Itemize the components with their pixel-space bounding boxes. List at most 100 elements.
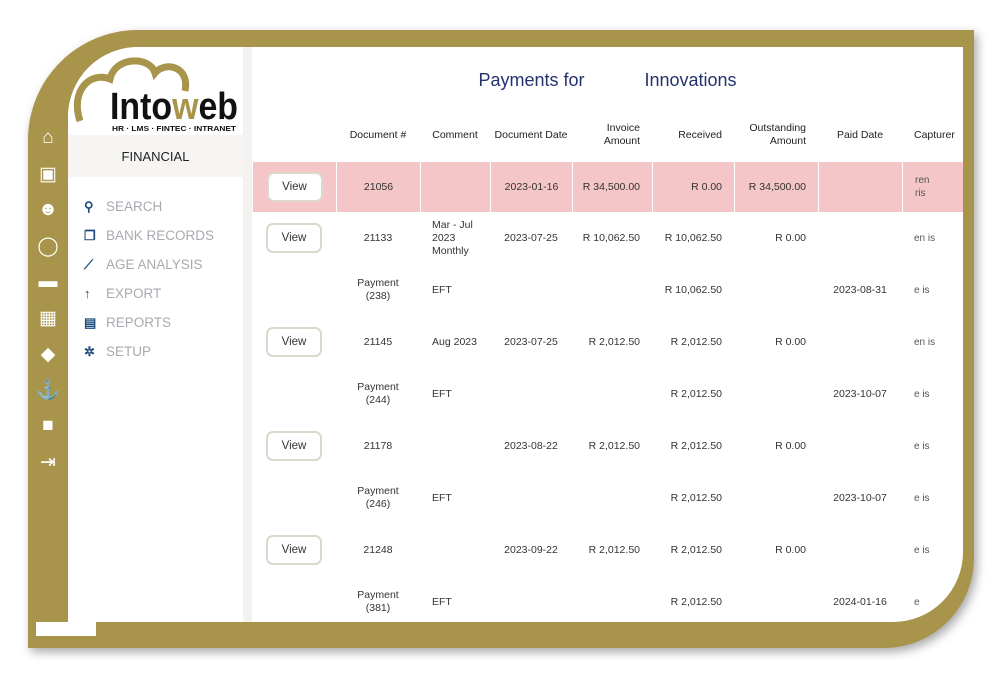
column-header[interactable]: Capturer	[902, 110, 963, 160]
search-icon: ⚲	[84, 198, 94, 214]
capturer-cell: e is	[914, 492, 930, 504]
view-button[interactable]: View	[266, 431, 322, 461]
column-header[interactable]: Outstanding Amount	[734, 110, 818, 160]
column-header[interactable]: Document Date	[490, 110, 572, 160]
doc-cell: Payment (244)	[357, 381, 399, 406]
section-title: FINANCIAL	[68, 135, 243, 177]
received-cell: R 2,012.50	[670, 543, 722, 556]
invoice-cell: R 2,012.50	[588, 335, 640, 348]
table-row: Payment (244) EFT R 2,012.50 2023-10-07 e is	[252, 368, 963, 420]
received-cell: R 2,012.50	[670, 387, 722, 400]
view-button[interactable]: View	[266, 327, 322, 357]
briefcase-icon[interactable]: ▣	[28, 156, 68, 192]
paid-cell: 2023-08-31	[833, 283, 887, 296]
graduation-cap-icon[interactable]: ◆	[28, 336, 68, 372]
view-cell: View	[252, 162, 336, 212]
view-cell	[252, 472, 336, 524]
capturer-cell: e is	[914, 544, 930, 556]
table-header: Document # Comment Document Date Invoice Am…	[252, 110, 963, 160]
column-header[interactable]: Received	[652, 110, 734, 160]
anchor-icon[interactable]: ⚓	[28, 372, 68, 408]
received-cell: R 2,012.50	[670, 595, 722, 608]
sidebar-item-label: EXPORT	[106, 286, 162, 301]
arrow-up-icon: ↑	[84, 286, 91, 301]
capturer-cell: en is	[914, 336, 936, 348]
sidebar-item-label: SEARCH	[106, 199, 163, 214]
doc-cell: Payment (238)	[357, 277, 399, 302]
chat-icon[interactable]: ◯	[28, 228, 68, 264]
table-row: Payment (381) EFT R 2,012.50 2024-01-16 e	[252, 576, 963, 622]
capturer-cell: e	[914, 596, 920, 608]
paid-cell: 2024-01-16	[833, 595, 887, 608]
outstanding-cell: R 34,500.00	[748, 180, 806, 193]
doc-cell: 21056	[363, 180, 394, 193]
view-cell	[252, 264, 336, 316]
calendar-icon[interactable]: ▦	[28, 300, 68, 336]
copy-icon: ❐	[84, 227, 96, 243]
folder-icon[interactable]: ▬	[28, 264, 68, 300]
column-header[interactable]: Invoice Amount	[572, 110, 652, 160]
lock-icon[interactable]: ■	[28, 408, 68, 444]
svg-text:HR · LMS · FINTEC · INTRANET: HR · LMS · FINTEC · INTRANET	[112, 126, 237, 133]
comment-cell: EFT	[432, 283, 452, 296]
sidebar-item-search[interactable]: ⚲ SEARCH	[84, 192, 214, 221]
icon-bar: ⌂ ▣ ☻ ◯ ▬ ▦ ◆ ⚓ ■ ⇥	[28, 120, 68, 480]
gear-icon: ✲	[84, 343, 95, 359]
intoweb-logo: Intoweb HR · LMS · FINTEC · INTRANET	[73, 57, 238, 133]
title-suffix: Innovations	[644, 70, 737, 90]
page-title: Payments for Innovations	[252, 70, 963, 91]
outstanding-cell: R 0.00	[775, 439, 806, 452]
column-header[interactable]: Document #	[336, 110, 420, 160]
date-cell: 2023-08-22	[504, 439, 558, 452]
outstanding-cell: R 0.00	[775, 335, 806, 348]
view-cell: View	[252, 316, 336, 368]
view-button[interactable]: View	[266, 535, 322, 565]
doc-cell: 21178	[363, 439, 393, 452]
column-header[interactable]: Paid Date	[818, 110, 902, 160]
home-icon[interactable]: ⌂	[28, 120, 68, 156]
table-row: Payment (238) EFT R 10,062.50 2023-08-31 e i…	[252, 264, 963, 316]
comment-cell: EFT	[432, 387, 452, 400]
column-header[interactable]: Comment	[420, 110, 490, 160]
comment-cell: Mar - Jul 2023 Monthly	[432, 218, 473, 257]
view-button[interactable]: View	[266, 172, 323, 202]
received-cell: R 2,012.50	[670, 335, 722, 348]
comment-cell: EFT	[432, 491, 452, 504]
sidebar-item-label: AGE ANALYSIS	[106, 257, 203, 272]
sidebar-item-age-analysis[interactable]: ⟋ AGE ANALYSIS	[84, 250, 214, 279]
sidebar-item-export[interactable]: ↑ EXPORT	[84, 279, 214, 308]
doc-cell: Payment (381)	[357, 589, 399, 614]
column-header[interactable]	[252, 110, 336, 160]
logout-icon[interactable]: ⇥	[28, 444, 68, 480]
capturer-cell: e is	[914, 388, 930, 400]
capturer-cell: ren ris	[915, 175, 930, 199]
table-row: Payment (246) EFT R 2,012.50 2023-10-07 e is	[252, 472, 963, 524]
received-cell: R 2,012.50	[670, 491, 722, 504]
table-row: View 21248 2023-09-22 R 2,012.50 R 2,012.50 R…	[252, 524, 963, 576]
invoice-cell: R 10,062.50	[582, 231, 640, 244]
sidebar-item-reports[interactable]: ▤ REPORTS	[84, 308, 214, 337]
received-cell: R 10,062.50	[664, 283, 722, 296]
view-button[interactable]: View	[266, 223, 322, 253]
date-cell: 2023-09-22	[504, 543, 558, 556]
sidebar-item-bank-records[interactable]: ❐ BANK RECORDS	[84, 221, 214, 250]
received-cell: R 0.00	[691, 180, 722, 193]
users-icon[interactable]: ☻	[28, 192, 68, 228]
table-row: View 21145 Aug 2023 2023-07-25 R 2,012.50 R 2…	[252, 316, 963, 368]
doc-cell: 21145	[363, 335, 393, 348]
comment-cell: Aug 2023	[432, 335, 477, 348]
view-cell: View	[252, 212, 336, 264]
date-cell: 2023-01-16	[504, 180, 559, 193]
capturer-cell: e is	[914, 284, 930, 296]
capturer-cell: en is	[914, 232, 936, 244]
file-icon: ▤	[84, 314, 97, 330]
doc-cell: Payment (246)	[357, 485, 399, 510]
doc-cell: 21133	[363, 231, 393, 244]
table-row: View 21133 Mar - Jul 2023 Monthly 2023-07-2…	[252, 212, 963, 264]
title-prefix: Payments for	[478, 70, 585, 90]
doc-cell: 21248	[363, 543, 393, 556]
table-row: View 21178 2023-08-22 R 2,012.50 R 2,012.50 R…	[252, 420, 963, 472]
sidebar-item-label: BANK RECORDS	[106, 228, 215, 243]
received-cell: R 2,012.50	[670, 439, 722, 452]
sidebar-item-setup[interactable]: ✲ SETUP	[84, 337, 214, 366]
